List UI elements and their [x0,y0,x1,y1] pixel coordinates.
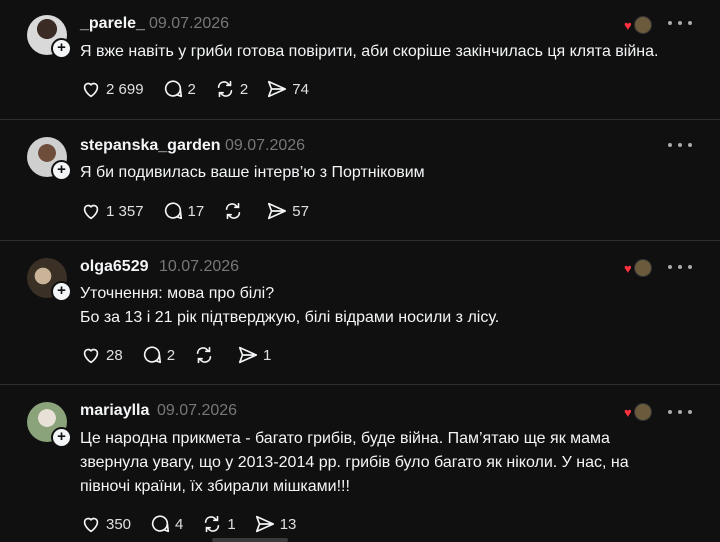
post-text-line: звернула увагу, що у 2013-2014 рр. грибі… [80,454,629,471]
comment-icon [143,346,161,364]
post-3: + olga6529 10.07.2026 ♥ Уточнення: мова … [0,241,720,384]
more-icon[interactable] [668,18,692,28]
comment-icon [164,202,182,220]
share-count: 74 [292,80,309,98]
reply-button[interactable]: 17 [162,200,205,222]
reactions: ♥ [624,259,652,277]
heart-icon [83,348,99,364]
more-icon[interactable] [668,140,692,150]
post-text-line: Бо за 13 і 21 рік підтверджую, білі відр… [80,309,500,326]
reaction-avatar [634,259,652,277]
heart-icon [83,517,99,533]
reaction-avatar [634,403,652,421]
like-button[interactable]: 350 [80,513,131,535]
like-count: 1 357 [106,202,144,220]
username[interactable]: mariaylla [80,402,149,420]
post-date[interactable]: 09.07.2026 [225,137,305,155]
post-text: Це народна прикмета - багато грибів, буд… [80,427,700,499]
share-icon [268,80,287,98]
repost-count: 2 [239,80,249,98]
like-button[interactable]: 2 699 [80,78,144,100]
follow-plus-icon[interactable]: + [51,160,72,181]
repost-icon [205,515,220,533]
reaction-avatar [634,16,652,34]
more-icon[interactable] [668,262,692,272]
post-date[interactable]: 10.07.2026 [159,258,239,276]
heart-icon [83,204,99,220]
reply-count: 17 [187,202,205,220]
post-date[interactable]: 09.07.2026 [149,15,229,33]
reply-button[interactable]: 2 [162,78,196,100]
like-count: 28 [106,346,123,364]
comment-icon [164,80,182,98]
username[interactable]: stepanska_garden [80,137,221,155]
reply-count: 2 [166,346,176,364]
share-button[interactable]: 74 [266,78,309,100]
follow-plus-icon[interactable]: + [51,427,72,448]
post-2: + stepanska_garden 09.07.2026 Я би подив… [0,120,720,240]
share-button[interactable]: 1 [237,344,271,366]
post-text-line: Я би подивилась ваше інтерв’ю з Портніко… [80,164,425,181]
share-icon [238,346,258,364]
action-bar: 1 357 17 57 [80,200,327,222]
repost-icon [196,346,212,364]
share-button[interactable]: 13 [254,513,297,535]
post-text-line: Це народна прикмета - багато грибів, буд… [80,430,610,447]
post-text-line: Я вже навіть у гриби готова повірити, аб… [80,43,659,60]
repost-count: 1 [227,515,236,533]
repost-button[interactable]: 1 [201,513,236,535]
heart-icon [83,82,99,98]
reply-button[interactable]: 2 [141,344,175,366]
like-count: 350 [106,515,132,533]
like-button[interactable]: 28 [80,344,123,366]
post-4: + mariaylla 09.07.2026 ♥ Це народна прик… [0,385,720,542]
share-count: 1 [263,346,272,364]
share-count: 13 [279,515,297,533]
reactions: ♥ [624,403,652,421]
post-text-line: Уточнення: мова про білі? [80,285,275,302]
action-bar: 350 4 1 13 [80,513,314,535]
post-text: Я би подивилась ваше інтерв’ю з Портніко… [80,161,700,185]
username[interactable]: olga6529 [80,258,148,276]
comment-icon [151,515,170,533]
more-icon[interactable] [668,407,692,417]
share-icon [268,202,287,220]
share-button[interactable]: 57 [266,200,309,222]
action-bar: 28 2 1 [80,344,289,366]
repost-button[interactable]: 2 [214,78,248,100]
repost-button[interactable] [222,200,248,222]
heart-reaction-icon: ♥ [624,18,632,33]
reactions: ♥ [624,16,652,34]
repost-icon [225,202,241,220]
follow-plus-icon[interactable]: + [51,281,72,302]
share-count: 57 [292,202,309,220]
like-count: 2 699 [106,80,144,98]
reply-button[interactable]: 4 [149,513,183,535]
username[interactable]: _parele_ [80,15,145,33]
heart-reaction-icon: ♥ [624,405,632,420]
like-button[interactable]: 1 357 [80,200,144,222]
reply-count: 2 [187,80,196,98]
share-icon [255,515,274,533]
heart-reaction-icon: ♥ [624,261,632,276]
post-text: Уточнення: мова про білі? Бо за 13 і 21 … [80,282,700,330]
action-bar: 2 699 2 2 74 [80,78,327,100]
horizontal-scrollbar[interactable] [212,538,288,542]
repost-icon [217,80,233,98]
follow-plus-icon[interactable]: + [51,38,72,59]
post-text-line: півночі країни, їх збирали мішками!!! [80,478,350,495]
reply-count: 4 [175,515,184,533]
post-1: + _parele_ 09.07.2026 ♥ Я вже навіть у г… [0,0,720,119]
post-date[interactable]: 09.07.2026 [157,402,237,420]
post-text: Я вже навіть у гриби готова повірити, аб… [80,40,700,64]
repost-button[interactable] [193,344,219,366]
